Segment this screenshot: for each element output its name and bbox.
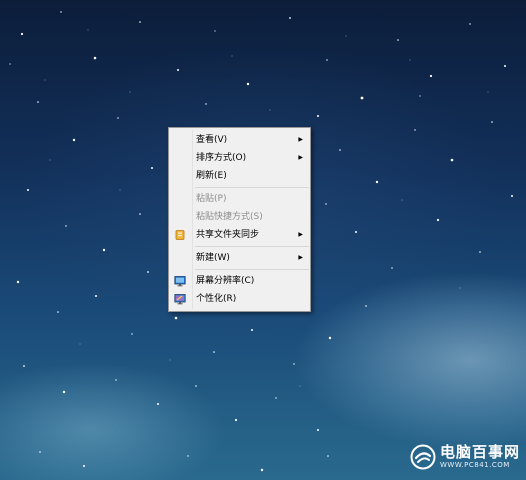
menu-item-new-label: 新建(W) (196, 253, 230, 263)
desktop-context-menu: 查看(V) ▶ 排序方式(O) ▶ 刷新(E) 粘贴(P) 粘贴快捷方式(S) … (168, 127, 311, 312)
menu-item-sort-by-label: 排序方式(O) (196, 153, 247, 163)
submenu-arrow-icon: ▶ (298, 231, 303, 238)
menu-item-view-label: 查看(V) (196, 135, 228, 145)
menu-item-personalize[interactable]: 个性化(R) (169, 290, 310, 308)
submenu-arrow-icon: ▶ (298, 254, 303, 261)
menu-item-shared-folder-sync[interactable]: 共享文件夹同步 ▶ (169, 226, 310, 244)
menu-item-sort-by[interactable]: 排序方式(O) ▶ (169, 149, 310, 167)
menu-item-screen-resolution-label: 屏幕分辨率(C) (196, 276, 255, 286)
menu-item-new[interactable]: 新建(W) ▶ (169, 249, 310, 267)
desktop[interactable]: 查看(V) ▶ 排序方式(O) ▶ 刷新(E) 粘贴(P) 粘贴快捷方式(S) … (0, 0, 526, 480)
menu-item-refresh[interactable]: 刷新(E) (169, 167, 310, 185)
watermark-text: 电脑百事网 WWW.PC841.COM (440, 445, 520, 469)
menu-item-paste-label: 粘贴(P) (196, 194, 227, 204)
watermark-url: WWW.PC841.COM (439, 461, 510, 469)
watermark-title: 电脑百事网 (439, 443, 520, 461)
watermark-logo-icon (410, 444, 436, 470)
site-watermark: 电脑百事网 WWW.PC841.COM (410, 442, 520, 472)
menu-item-paste: 粘贴(P) (169, 190, 310, 208)
screen-resolution-icon (174, 276, 186, 287)
menu-item-refresh-label: 刷新(E) (196, 171, 227, 181)
menu-item-personalize-label: 个性化(R) (196, 294, 237, 304)
menu-separator (195, 269, 309, 270)
submenu-arrow-icon: ▶ (298, 136, 303, 143)
menu-item-paste-shortcut-label: 粘贴快捷方式(S) (196, 212, 263, 222)
sync-folder-icon (175, 230, 185, 240)
submenu-arrow-icon: ▶ (298, 154, 303, 161)
personalize-icon (174, 294, 186, 305)
menu-item-paste-shortcut: 粘贴快捷方式(S) (169, 208, 310, 226)
menu-item-shared-folder-sync-label: 共享文件夹同步 (196, 230, 260, 240)
menu-item-screen-resolution[interactable]: 屏幕分辨率(C) (169, 272, 310, 290)
menu-separator (195, 246, 309, 247)
menu-item-view[interactable]: 查看(V) ▶ (169, 131, 310, 149)
menu-separator (195, 187, 309, 188)
